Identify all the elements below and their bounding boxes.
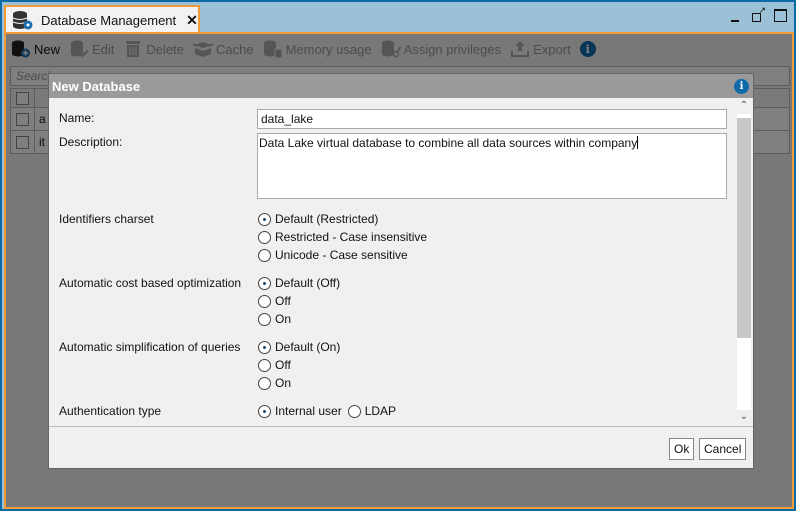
window-controls [730,5,787,22]
ok-button[interactable]: Ok [669,438,695,460]
radio-cost-off[interactable]: Off [258,292,340,310]
dialog-title-bar: New Database i [49,74,753,98]
identifiers-charset-label: Identifiers charset [59,212,154,226]
dialog-footer: Ok Cancel [49,426,753,468]
radio-charset-unicode[interactable]: Unicode - Case sensitive [258,246,427,264]
radio-auth-internal[interactable]: Internal user [258,402,342,420]
minimize-icon[interactable] [730,10,742,22]
radio-unselected-icon [258,294,271,308]
radio-selected-icon [258,340,271,354]
radio-selected-icon [258,212,271,226]
new-database-dialog: New Database i Name: data_lake Descripti… [48,73,754,469]
cost-optimization-group: Default (Off) Off On [258,274,340,328]
name-input[interactable]: data_lake [257,109,727,129]
radio-unselected-icon [347,404,361,418]
cancel-button[interactable]: Cancel [699,438,747,460]
tab-database-management[interactable]: Database Management ✕ [4,5,200,33]
radio-cost-default[interactable]: Default (Off) [258,274,340,292]
query-simplification-label: Automatic simplification of queries [59,340,241,354]
scroll-down-icon[interactable]: ⌄ [737,410,751,426]
radio-label: Internal user [275,404,342,418]
dialog-scrollbar[interactable]: ⌃ ⌄ [737,98,751,426]
radio-label: On [275,312,292,326]
radio-label: Off [275,358,291,372]
radio-unselected-icon [258,312,271,326]
radio-label: Default (On) [275,340,341,354]
database-settings-icon [12,10,34,30]
description-label: Description: [59,135,123,149]
tab-title: Database Management [41,12,177,28]
radio-simplify-off[interactable]: Off [258,356,340,374]
radio-unselected-icon [258,358,271,372]
description-textarea[interactable]: Data Lake virtual database to combine al… [257,133,727,199]
radio-label: Default (Off) [275,276,341,290]
radio-charset-default[interactable]: Default (Restricted) [258,210,427,228]
detach-icon[interactable] [752,5,766,22]
radio-cost-on[interactable]: On [258,310,340,328]
description-text: Data Lake virtual database to combine al… [259,136,638,150]
maximize-icon[interactable] [774,9,787,22]
scroll-up-icon[interactable]: ⌃ [737,98,751,114]
query-simplification-group: Default (On) Off On [258,338,340,392]
radio-auth-ldap[interactable]: LDAP [347,402,397,420]
close-tab-icon[interactable]: ✕ [186,12,198,29]
radio-simplify-default[interactable]: Default (On) [258,338,340,356]
identifiers-charset-group: Default (Restricted) Restricted - Case i… [258,210,427,264]
authentication-type-group: Internal user LDAP [258,402,396,420]
radio-selected-icon [258,404,271,418]
radio-label: Default (Restricted) [275,212,379,226]
radio-simplify-on[interactable]: On [258,374,340,392]
text-caret [637,136,639,149]
radio-label: Unicode - Case sensitive [275,248,408,262]
scrollbar-thumb[interactable] [737,118,751,338]
radio-charset-restricted[interactable]: Restricted - Case insensitive [258,228,427,246]
radio-label: On [275,376,292,390]
radio-unselected-icon [258,230,271,244]
radio-unselected-icon [258,248,271,262]
dialog-info-icon[interactable]: i [734,79,749,94]
radio-selected-icon [258,276,271,290]
cost-optimization-label: Automatic cost based optimization [59,276,242,290]
radio-unselected-icon [258,376,271,390]
radio-label: Off [275,294,291,308]
radio-label: LDAP [364,404,397,418]
radio-label: Restricted - Case insensitive [275,230,428,244]
dialog-title: New Database [52,78,141,94]
dialog-form: Name: data_lake Description: Data Lake v… [49,98,753,426]
name-label: Name: [59,111,95,125]
authentication-type-label: Authentication type [59,404,162,418]
database-management-panel: New Edit Delete Cache [4,32,794,509]
application-window: Database Management ✕ New Edit [0,0,796,511]
